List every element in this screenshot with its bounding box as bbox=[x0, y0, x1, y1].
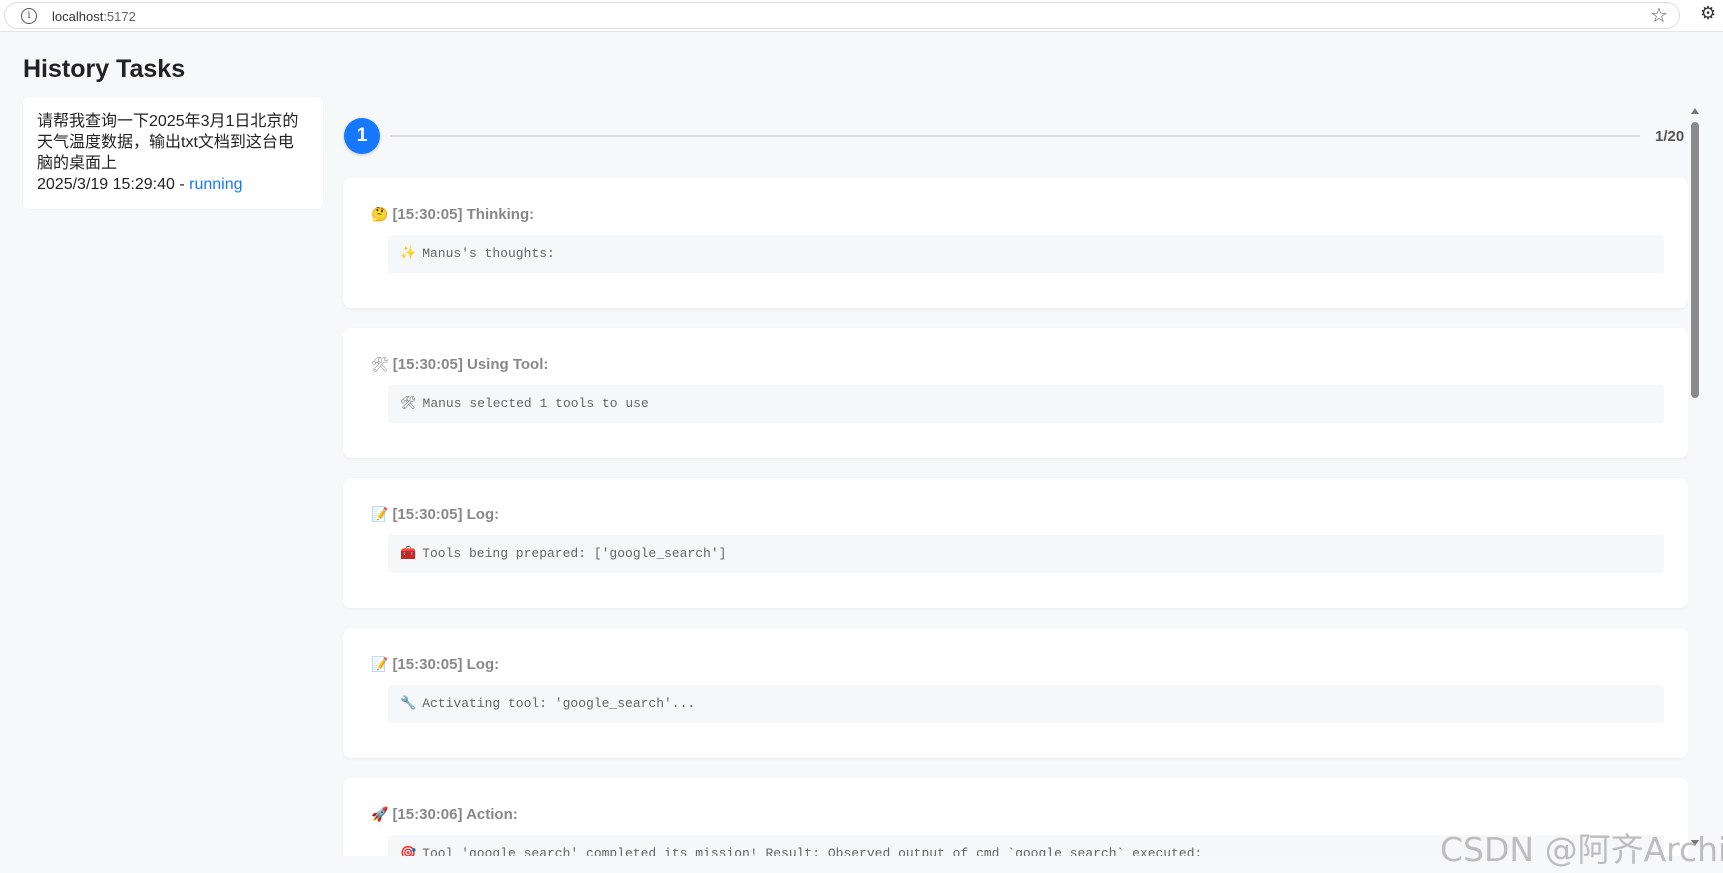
toolbox-icon: 🧰 bbox=[400, 546, 417, 561]
log-body-text: Manus's thoughts: bbox=[422, 246, 555, 261]
rocket-icon: 🚀 bbox=[371, 806, 389, 822]
memo-icon: 📝 bbox=[371, 656, 389, 672]
sparkles-icon: ✨ bbox=[400, 246, 417, 261]
star-icon[interactable]: ☆ bbox=[1650, 6, 1668, 26]
scrollbar-thumb[interactable] bbox=[1691, 122, 1699, 398]
history-task-item[interactable]: 请帮我查询一下2025年3月1日北京的天气温度数据，输出txt文档到这台电脑的桌… bbox=[23, 97, 323, 209]
watermark: CSDN @阿齐Archie bbox=[1440, 830, 1723, 869]
page-title: History Tasks bbox=[23, 55, 186, 83]
log-body-text: Activating tool: 'google_search'... bbox=[422, 696, 696, 711]
log-header: 📝 [15:30:05] Log: bbox=[371, 506, 499, 523]
log-body: 🛠 Manus selected 1 tools to use bbox=[388, 385, 1664, 423]
log-header: 🤔 [15:30:05] Thinking: bbox=[371, 206, 534, 223]
log-card: 🛠 [15:30:05] Using Tool: 🛠 Manus selected … bbox=[343, 328, 1688, 458]
log-header: 🛠 [15:30:05] Using Tool: bbox=[371, 356, 548, 373]
log-card: 🤔 [15:30:05] Thinking: ✨ Manus's thoughts: bbox=[343, 178, 1688, 308]
log-header-text: [15:30:05] Log: bbox=[392, 656, 500, 673]
log-card: 📝 [15:30:05] Log: 🧰 Tools being prepared: … bbox=[343, 478, 1688, 608]
memo-icon: 📝 bbox=[371, 506, 389, 522]
log-header: 🚀 [15:30:06] Action: bbox=[371, 806, 518, 823]
log-body: 🧰 Tools being prepared: ['google_search'] bbox=[388, 535, 1664, 573]
log-body: ✨ Manus's thoughts: bbox=[388, 235, 1664, 273]
scrollbar[interactable] bbox=[1689, 108, 1701, 856]
log-body: 🔧 Activating tool: 'google_search'... bbox=[388, 685, 1664, 723]
task-datetime: 2025/3/19 15:29:40 bbox=[37, 176, 175, 193]
log-body-text: Tool 'google_search' completed its missi… bbox=[422, 846, 1203, 856]
log-body-text: Manus selected 1 tools to use bbox=[422, 396, 649, 411]
task-description: 请帮我查询一下2025年3月1日北京的天气温度数据，输出txt文档到这台电脑的桌… bbox=[37, 113, 299, 172]
log-card: 📝 [15:30:05] Log: 🔧 Activating tool: 'goog… bbox=[343, 628, 1688, 758]
log-header-text: [15:30:06] Action: bbox=[392, 806, 518, 823]
scroll-up-arrow-icon[interactable] bbox=[1691, 108, 1699, 114]
url-text[interactable]: localhost:5172 bbox=[52, 9, 136, 24]
thinking-icon: 🤔 bbox=[371, 206, 389, 222]
wrench-icon: 🔧 bbox=[400, 696, 417, 711]
extension-icon[interactable]: ⚙ bbox=[1700, 4, 1716, 22]
step-counter: 1/20 bbox=[1655, 128, 1685, 145]
step-indicator[interactable]: 1 bbox=[344, 118, 380, 154]
tools-icon: 🛠 bbox=[400, 396, 417, 411]
browser-toolbar: i localhost:5172 ☆ ⚙ bbox=[0, 0, 1723, 32]
step-progress-line bbox=[390, 135, 1640, 137]
address-bar[interactable]: i localhost:5172 ☆ bbox=[4, 2, 1680, 29]
log-header-text: [15:30:05] Using Tool: bbox=[392, 356, 549, 373]
log-list[interactable]: 🤔 [15:30:05] Thinking: ✨ Manus's thoughts:… bbox=[343, 178, 1688, 856]
target-icon: 🎯 bbox=[400, 846, 417, 856]
tools-icon: 🛠 bbox=[371, 356, 389, 372]
url-host: localhost bbox=[52, 9, 104, 24]
log-header-text: [15:30:05] Log: bbox=[392, 506, 500, 523]
log-header-text: [15:30:05] Thinking: bbox=[392, 206, 535, 223]
task-status: running bbox=[189, 176, 243, 193]
task-separator: - bbox=[174, 176, 190, 193]
log-body-text: Tools being prepared: ['google_search'] bbox=[422, 546, 727, 561]
url-port: :5172 bbox=[103, 9, 136, 24]
info-icon[interactable]: i bbox=[21, 8, 37, 24]
task-meta: 2025/3/19 15:29:40 - running bbox=[37, 174, 309, 195]
log-header: 📝 [15:30:05] Log: bbox=[371, 656, 499, 673]
